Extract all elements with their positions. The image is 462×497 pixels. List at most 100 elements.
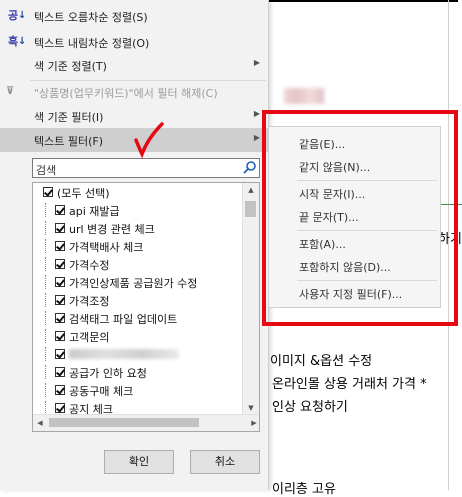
menu-item-sort-descending[interactable]: ↓ 텍스트 내림차순 정렬(O) bbox=[0, 30, 268, 54]
list-item[interactable]: 공동구매 체크 bbox=[33, 381, 243, 399]
list-item-label: 공급가 인하 요청 bbox=[69, 367, 147, 380]
vertical-scrollbar[interactable]: ▲ ▼ bbox=[242, 183, 259, 415]
list-item[interactable]: 가격택배사 체크 bbox=[33, 237, 243, 255]
list-item-label: 공동구매 체크 bbox=[69, 385, 134, 398]
menu-item-label: 색 기준 필터(I) bbox=[34, 111, 104, 124]
list-item-label: (모두 선택) bbox=[57, 187, 110, 200]
checkbox[interactable] bbox=[55, 259, 65, 269]
submenu-item-contains[interactable]: 포함(A)... bbox=[269, 233, 440, 253]
sort-ascending-icon: ↓ bbox=[18, 10, 27, 21]
list-item-label: url 변경 관련 체크 bbox=[69, 223, 155, 236]
submenu-item-label: 포함하지 않음(D)... bbox=[299, 261, 391, 274]
sort-descending-icon: ↓ bbox=[18, 36, 27, 47]
checkbox[interactable] bbox=[55, 331, 65, 341]
scroll-down-icon[interactable]: ▼ bbox=[243, 401, 259, 415]
sheet-text-partial-1: 하기 bbox=[438, 232, 462, 247]
checkbox[interactable] bbox=[43, 187, 53, 197]
tree-line bbox=[45, 347, 54, 361]
scrollbar-thumb[interactable] bbox=[49, 418, 199, 427]
menu-item-clear-filter[interactable]: ⊽ "상품명(업무키워드)"에서 필터 해제(C) bbox=[0, 80, 268, 104]
checkbox[interactable] bbox=[55, 313, 65, 323]
scrollbar-thumb[interactable] bbox=[245, 201, 256, 217]
submenu-item-label: 같음(E)... bbox=[299, 138, 346, 151]
list-item[interactable]: api 재발급 bbox=[33, 201, 243, 219]
submenu-item-custom-filter[interactable]: 사용자 지정 필터(F)... bbox=[269, 283, 440, 303]
tree-line bbox=[45, 383, 54, 397]
list-item-label: 검색태그 파일 업데이트 bbox=[69, 313, 178, 326]
submenu-arrow-icon: ▶ bbox=[253, 133, 260, 142]
menu-item-label: "상품명(업무키워드)"에서 필터 해제(C) bbox=[34, 87, 218, 100]
checkbox[interactable] bbox=[55, 295, 65, 305]
menu-item-sort-ascending[interactable]: ↓ 텍스트 오름차순 정렬(S) bbox=[0, 4, 268, 28]
checkbox[interactable] bbox=[55, 367, 65, 377]
menu-item-text-filter[interactable]: 텍스트 필터(F) ▶ bbox=[0, 128, 268, 152]
list-item[interactable]: 가격수정 bbox=[33, 255, 243, 273]
menu-item-label: 텍스트 오름차순 정렬(S) bbox=[34, 11, 148, 24]
submenu-item-label: 시작 문자(I)... bbox=[299, 188, 366, 201]
submenu-arrow-icon: ▶ bbox=[253, 109, 260, 118]
list-item-label: 가격택배사 체크 bbox=[69, 241, 144, 254]
list-item[interactable]: url 변경 관련 체크 bbox=[33, 219, 243, 237]
checkbox[interactable] bbox=[55, 205, 65, 215]
submenu-item-label: 포함(A)... bbox=[299, 238, 346, 251]
list-item[interactable]: 고객문의 bbox=[33, 327, 243, 345]
filter-dropdown-menu: 공 흑 ↓ 텍스트 오름차순 정렬(S) ↓ 텍스트 내림차순 정렬(O) 색 … bbox=[0, 0, 269, 490]
tree-line bbox=[45, 221, 54, 235]
tree-line bbox=[45, 203, 54, 217]
submenu-item-not-equals[interactable]: 같지 않음(N)... bbox=[269, 156, 440, 176]
list-item-label: api 재발급 bbox=[69, 205, 120, 218]
checkbox[interactable] bbox=[55, 349, 65, 359]
sheet-gridline bbox=[268, 0, 458, 2]
scroll-right-icon[interactable]: ▶ bbox=[247, 415, 259, 431]
submenu-separator bbox=[297, 180, 437, 181]
list-item-label: 가격수정 bbox=[69, 259, 110, 272]
menu-item-filter-by-color[interactable]: 색 기준 필터(I) ▶ bbox=[0, 104, 268, 128]
list-item[interactable]: 가격조정 bbox=[33, 291, 243, 309]
submenu-item-begins-with[interactable]: 시작 문자(I)... bbox=[269, 183, 440, 203]
scroll-up-icon[interactable]: ▲ bbox=[243, 183, 259, 197]
sheet-text-1: 이미지 &옵션 수정 bbox=[270, 354, 373, 369]
list-item-label: 가격인상제품 공급원가 수정 bbox=[69, 277, 198, 290]
filter-values-list[interactable]: (모두 선택) api 재발급 url 변경 관련 체크 가격택배사 체크 가격… bbox=[32, 182, 260, 432]
list-item[interactable]: 공급가 인하 요청 bbox=[33, 363, 243, 381]
tree-line bbox=[45, 293, 54, 307]
list-item[interactable]: 검색태그 파일 업데이트 bbox=[33, 309, 243, 327]
submenu-item-does-not-contain[interactable]: 포함하지 않음(D)... bbox=[269, 256, 440, 276]
tree-line bbox=[45, 401, 54, 415]
submenu-separator bbox=[297, 230, 437, 231]
horizontal-scrollbar[interactable]: ◀ ▶ bbox=[33, 414, 259, 431]
menu-item-label: 텍스트 필터(F) bbox=[34, 135, 104, 148]
checkbox[interactable] bbox=[55, 385, 65, 395]
menu-item-label: 텍스트 내림차순 정렬(O) bbox=[34, 37, 150, 50]
submenu-item-ends-with[interactable]: 끝 문자(T)... bbox=[269, 206, 440, 226]
menu-item-label: 색 기준 정렬(T) bbox=[34, 60, 107, 73]
menu-item-sort-by-color[interactable]: 색 기준 정렬(T) ▶ bbox=[0, 53, 268, 77]
list-item[interactable]: 가격인상제품 공급원가 수정 bbox=[33, 273, 243, 291]
tree-line bbox=[45, 275, 54, 289]
scroll-left-icon[interactable]: ◀ bbox=[33, 415, 47, 431]
checkbox[interactable] bbox=[55, 403, 65, 413]
checkbox[interactable] bbox=[55, 241, 65, 251]
list-item-redacted[interactable] bbox=[33, 345, 243, 363]
clear-filter-icon: ⊽ bbox=[6, 86, 15, 97]
submenu-item-equals[interactable]: 같음(E)... bbox=[269, 133, 440, 153]
sheet-gridline bbox=[441, 204, 462, 205]
list-item-select-all[interactable]: (모두 선택) bbox=[33, 183, 243, 201]
submenu-item-label: 같지 않음(N)... bbox=[299, 161, 371, 174]
text-filter-submenu: 같음(E)... 같지 않음(N)... 시작 문자(I)... 끝 문자(T)… bbox=[268, 126, 441, 308]
tree-line bbox=[45, 311, 54, 325]
redacted-label bbox=[69, 349, 179, 359]
checkbox[interactable] bbox=[55, 223, 65, 233]
tree-line bbox=[45, 257, 54, 271]
checkbox[interactable] bbox=[55, 277, 65, 287]
redacted-cell bbox=[284, 88, 324, 104]
submenu-item-label: 사용자 지정 필터(F)... bbox=[299, 288, 403, 301]
submenu-item-label: 끝 문자(T)... bbox=[299, 211, 359, 224]
submenu-separator bbox=[297, 280, 437, 281]
sheet-text-bottom: 이리층 고유 bbox=[272, 482, 336, 497]
search-input[interactable]: 검색 bbox=[32, 158, 260, 178]
cancel-button[interactable]: 취소 bbox=[190, 450, 260, 474]
sheet-text-2: 온라인몰 상용 거래처 가격 * bbox=[272, 377, 427, 392]
tree-line bbox=[45, 239, 54, 253]
ok-button[interactable]: 확인 bbox=[104, 450, 174, 474]
